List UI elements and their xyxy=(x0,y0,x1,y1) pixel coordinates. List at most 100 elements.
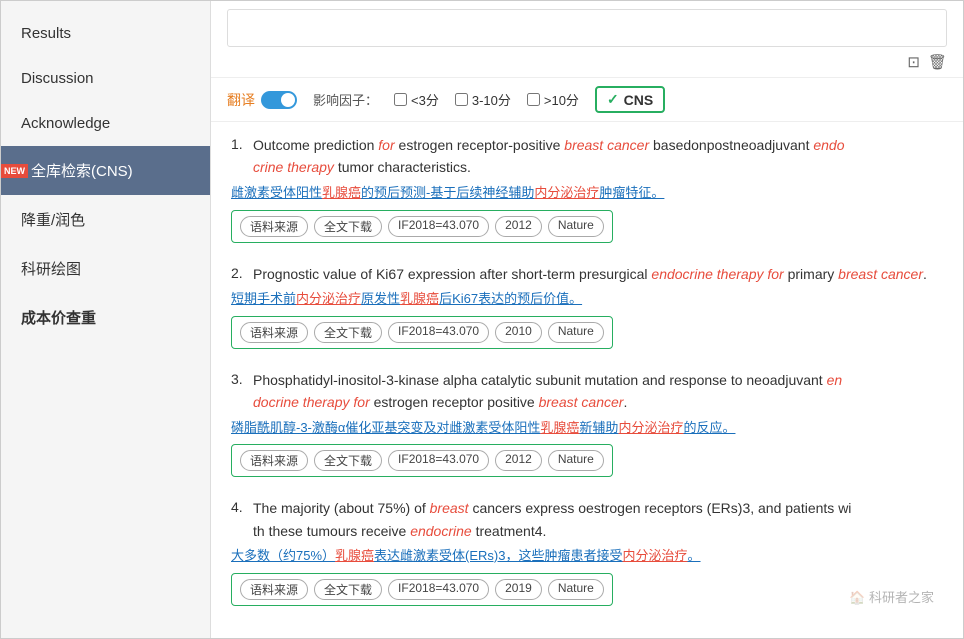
tag-year-2[interactable]: 2010 xyxy=(495,322,542,343)
sidebar-item-drawing[interactable]: 科研绘图 xyxy=(1,244,210,293)
filter-lt3-checkbox[interactable] xyxy=(394,93,407,106)
filter-3to10-label: 3-10分 xyxy=(472,90,511,109)
result-item-4: 4. The majority (about 75%) of breast ca… xyxy=(231,497,943,606)
translate-label: 翻译 xyxy=(227,90,255,110)
italic-bc-1: breast cancer xyxy=(564,137,649,153)
italic-for-1: for xyxy=(378,137,394,153)
cn-red2-3: 内分泌治疗 xyxy=(618,420,683,435)
filter-bar: 翻译 影响因子： <3分 3-10分 >10分 ✓ CNS xyxy=(211,78,963,122)
tag-if-1[interactable]: IF2018=43.070 xyxy=(388,216,489,237)
cn-red-4: 乳腺癌 xyxy=(335,548,374,563)
cn-blue2-3[interactable]: 的反应。 xyxy=(683,420,735,435)
cn-text-2[interactable]: 短期手术前 xyxy=(231,291,296,306)
sidebar-discussion-label: Discussion xyxy=(21,70,94,87)
sidebar-cns-label: 全库检索(CNS) xyxy=(31,163,133,180)
tag-year-1[interactable]: 2012 xyxy=(495,216,542,237)
result-title-4: The majority (about 75%) of breast cance… xyxy=(253,497,851,542)
tag-journal-3[interactable]: Nature xyxy=(548,450,604,471)
new-badge: NEW xyxy=(1,164,28,178)
result-num-2: 2. xyxy=(231,263,253,285)
tag-year-4[interactable]: 2019 xyxy=(495,579,542,600)
filter-3to10[interactable]: 3-10分 xyxy=(455,90,511,109)
search-box[interactable] xyxy=(227,9,947,47)
tag-download-1[interactable]: 全文下载 xyxy=(314,216,382,237)
result-num-4: 4. xyxy=(231,497,253,542)
cn-blue-2[interactable]: 原发性 xyxy=(361,291,400,306)
cn-red-1: 乳腺癌 xyxy=(322,185,361,200)
result-cn-3: 磷脂酰肌醇-3-激酶α催化亚基突变及对雌激素受体阳性乳腺癌新辅助内分泌治疗的反应… xyxy=(231,418,943,439)
cn-red2-2: 乳腺癌 xyxy=(400,291,439,306)
cns-checkmark-icon: ✓ xyxy=(607,91,619,108)
sidebar-item-results[interactable]: Results xyxy=(1,11,210,56)
tag-source-4[interactable]: 语料来源 xyxy=(240,579,308,600)
cn-blue-1[interactable]: 的预后预测-基于后续神经辅助 xyxy=(361,185,534,200)
cn-blue-3[interactable]: 新辅助 xyxy=(579,420,618,435)
translate-toggle-group: 翻译 xyxy=(227,90,297,110)
filter-gt10-label: >10分 xyxy=(544,90,579,109)
sidebar-cost-label: 成本价查重 xyxy=(21,310,96,327)
italic-bc-3: breast cancer xyxy=(539,394,624,410)
result-cn-1: 雌激素受体阳性乳腺癌的预后预测-基于后续神经辅助内分泌治疗肿瘤特征。 xyxy=(231,183,943,204)
sidebar-reduce-label: 降重/润色 xyxy=(21,212,85,229)
italic-endo-1: endocrine therapy xyxy=(253,137,845,175)
results-list: 1. Outcome prediction for estrogen recep… xyxy=(211,122,963,638)
filter-3to10-checkbox[interactable] xyxy=(455,93,468,106)
cn-text-4[interactable]: 大多数（约75%） xyxy=(231,548,335,563)
toolbar-area: ⊡ 🗑 xyxy=(211,1,963,78)
filter-gt10[interactable]: >10分 xyxy=(527,90,579,109)
sidebar-item-reduce[interactable]: 降重/润色 xyxy=(1,195,210,244)
cn-red2-1: 内分泌治疗 xyxy=(534,185,599,200)
sidebar-item-acknowledge[interactable]: Acknowledge xyxy=(1,101,210,146)
cn-blue2-4[interactable]: 。 xyxy=(688,548,701,563)
tag-source-3[interactable]: 语料来源 xyxy=(240,450,308,471)
filter-gt10-checkbox[interactable] xyxy=(527,93,540,106)
tag-row-1: 语料来源 全文下载 IF2018=43.070 2012 Nature xyxy=(231,210,613,243)
result-cn-4: 大多数（约75%）乳腺癌表达雌激素受体(ERs)3，这些肿瘤患者接受内分泌治疗。 xyxy=(231,546,943,567)
sidebar-item-cns[interactable]: NEW 全库检索(CNS) xyxy=(1,146,210,195)
cn-red-3: 乳腺癌 xyxy=(540,420,579,435)
tag-journal-4[interactable]: Nature xyxy=(548,579,604,600)
cn-text-3[interactable]: 磷脂酰肌醇-3-激酶α催化亚基突变及对雌激素受体阳性 xyxy=(231,420,540,435)
sidebar-results-label: Results xyxy=(21,25,71,42)
filter-lt3[interactable]: <3分 xyxy=(394,90,439,109)
main-content: ⊡ 🗑 翻译 影响因子： <3分 3-10分 >10分 xyxy=(211,1,963,638)
tag-if-4[interactable]: IF2018=43.070 xyxy=(388,579,489,600)
sidebar-item-discussion[interactable]: Discussion xyxy=(1,56,210,101)
tag-row-4: 语料来源 全文下载 IF2018=43.070 2019 Nature xyxy=(231,573,613,606)
italic-endo-2: endocrine therapy for xyxy=(651,266,783,282)
cns-filter-button[interactable]: ✓ CNS xyxy=(595,86,665,113)
italic-breast-4: breast xyxy=(430,500,469,516)
cn-blue-4[interactable]: 表达雌激素受体(ERs)3，这些肿瘤患者接受 xyxy=(374,548,622,563)
cn-blue2-1[interactable]: 肿瘤特征。 xyxy=(599,185,664,200)
sidebar-item-cost[interactable]: 成本价查重 xyxy=(1,293,210,342)
tag-download-3[interactable]: 全文下载 xyxy=(314,450,382,471)
result-cn-2: 短期手术前内分泌治疗原发性乳腺癌后Ki67表达的预后价值。 xyxy=(231,289,943,310)
tag-journal-1[interactable]: Nature xyxy=(548,216,604,237)
tag-download-4[interactable]: 全文下载 xyxy=(314,579,382,600)
result-item-2: 2. Prognostic value of Ki67 expression a… xyxy=(231,263,943,349)
cn-red2-4: 内分泌治疗 xyxy=(623,548,688,563)
filter-lt3-label: <3分 xyxy=(411,90,439,109)
cn-red-2: 内分泌治疗 xyxy=(296,291,361,306)
tag-download-2[interactable]: 全文下载 xyxy=(314,322,382,343)
result-item-3: 3. Phosphatidyl-inositol-3-kinase alpha … xyxy=(231,369,943,478)
tag-year-3[interactable]: 2012 xyxy=(495,450,542,471)
sidebar: Results Discussion Acknowledge NEW 全库检索(… xyxy=(1,1,211,638)
tag-source-1[interactable]: 语料来源 xyxy=(240,216,308,237)
delete-button[interactable]: 🗑 xyxy=(928,53,947,71)
cns-label: CNS xyxy=(624,92,654,108)
sidebar-acknowledge-label: Acknowledge xyxy=(21,115,110,132)
tag-if-2[interactable]: IF2018=43.070 xyxy=(388,322,489,343)
translate-toggle[interactable] xyxy=(261,91,297,109)
impact-label: 影响因子： xyxy=(313,90,378,109)
copy-button[interactable]: ⊡ xyxy=(907,53,920,71)
tag-journal-2[interactable]: Nature xyxy=(548,322,604,343)
sidebar-drawing-label: 科研绘图 xyxy=(21,261,81,278)
tag-if-3[interactable]: IF2018=43.070 xyxy=(388,450,489,471)
cn-text-1[interactable]: 雌激素受体阳性 xyxy=(231,185,322,200)
cn-blue2-2[interactable]: 后Ki67表达的预后价值。 xyxy=(439,291,582,306)
result-title-2: Prognostic value of Ki67 expression afte… xyxy=(253,263,927,285)
result-num-1: 1. xyxy=(231,134,253,179)
tag-source-2[interactable]: 语料来源 xyxy=(240,322,308,343)
result-num-3: 3. xyxy=(231,369,253,414)
